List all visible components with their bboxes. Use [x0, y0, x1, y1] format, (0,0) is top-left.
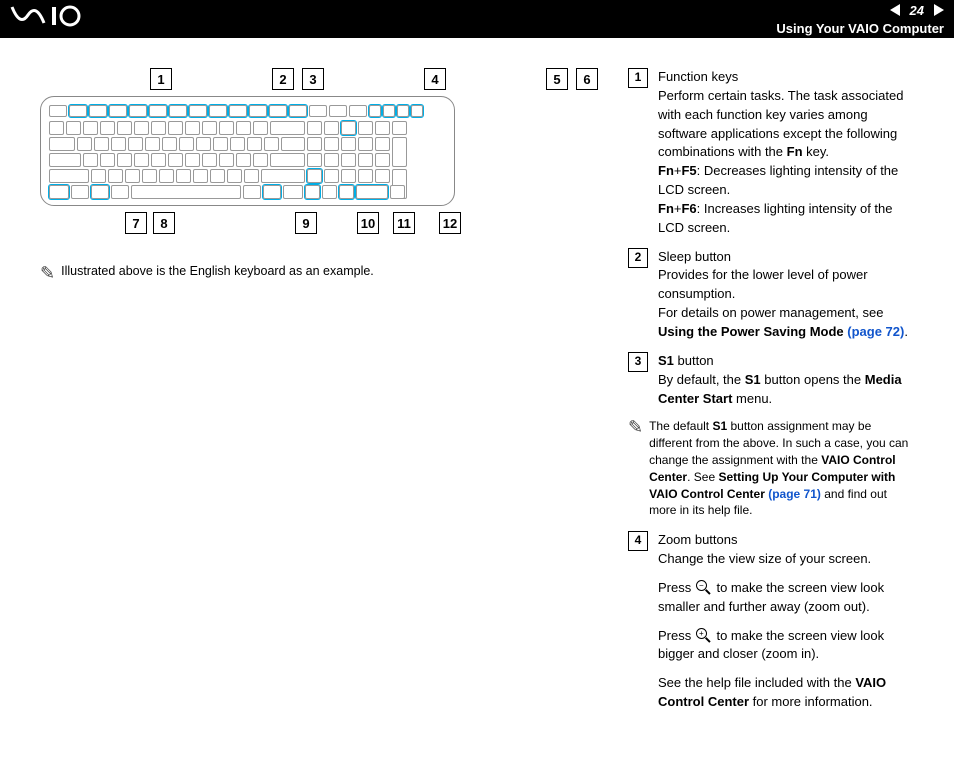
callout-2: 2 [272, 68, 294, 90]
prev-page-arrow-icon[interactable] [890, 4, 900, 16]
item-4-title: Zoom buttons [658, 531, 914, 550]
pencil-icon: ✎ [40, 264, 55, 282]
item-2-line1: Provides for the lower level of power co… [658, 266, 914, 304]
item-1: 1 Function keys Perform certain tasks. T… [628, 68, 914, 238]
callout-3: 3 [302, 68, 324, 90]
illustration-column: 1 2 3 4 5 6 [40, 68, 598, 722]
item-1-body: Perform certain tasks. The task associat… [658, 87, 914, 162]
item-2-num: 2 [628, 248, 648, 268]
section-title: Using Your VAIO Computer [776, 21, 944, 36]
item-1-num: 1 [628, 68, 648, 88]
bottom-callouts: 7 8 9 10 11 12 [40, 212, 598, 234]
page-number: 24 [910, 3, 924, 18]
description-column: 1 Function keys Perform certain tasks. T… [628, 68, 914, 722]
page-header: 24 Using Your VAIO Computer [0, 0, 954, 38]
pencil-icon: ✎ [628, 418, 643, 519]
item-2-title: Sleep button [658, 248, 914, 267]
callout-6: 6 [576, 68, 598, 90]
callout-7: 7 [125, 212, 147, 234]
callout-5: 5 [546, 68, 568, 90]
item-1-title: Function keys [658, 68, 914, 87]
next-page-arrow-icon[interactable] [934, 4, 944, 16]
zoom-out-icon: − [695, 579, 713, 597]
note-text: Illustrated above is the English keyboar… [61, 264, 374, 278]
item-4: 4 Zoom buttons Change the view size of y… [628, 531, 914, 712]
vaio-logo [10, 5, 100, 33]
item-2: 2 Sleep button Provides for the lower le… [628, 248, 914, 342]
callout-8: 8 [153, 212, 175, 234]
callout-11: 11 [393, 212, 415, 234]
item-4-num: 4 [628, 531, 648, 551]
item-3: 3 S1 button By default, the S1 button op… [628, 352, 914, 409]
note-s1-assignment: ✎ The default S1 button assignment may b… [628, 418, 914, 519]
page-body: 1 2 3 4 5 6 [0, 38, 954, 762]
callout-9: 9 [295, 212, 317, 234]
item-3-num: 3 [628, 352, 648, 372]
link-page-72[interactable]: (page 72) [847, 324, 904, 339]
link-page-71[interactable]: (page 71) [768, 487, 821, 501]
callout-10: 10 [357, 212, 379, 234]
top-callouts: 1 2 3 4 5 6 [40, 68, 598, 90]
zoom-in-icon: + [695, 627, 713, 645]
item-4-line1: Change the view size of your screen. [658, 550, 914, 569]
callout-4: 4 [424, 68, 446, 90]
keyboard-illustration [40, 96, 455, 206]
callout-1: 1 [150, 68, 172, 90]
illustration-note: ✎ Illustrated above is the English keybo… [40, 264, 598, 282]
callout-12: 12 [439, 212, 461, 234]
